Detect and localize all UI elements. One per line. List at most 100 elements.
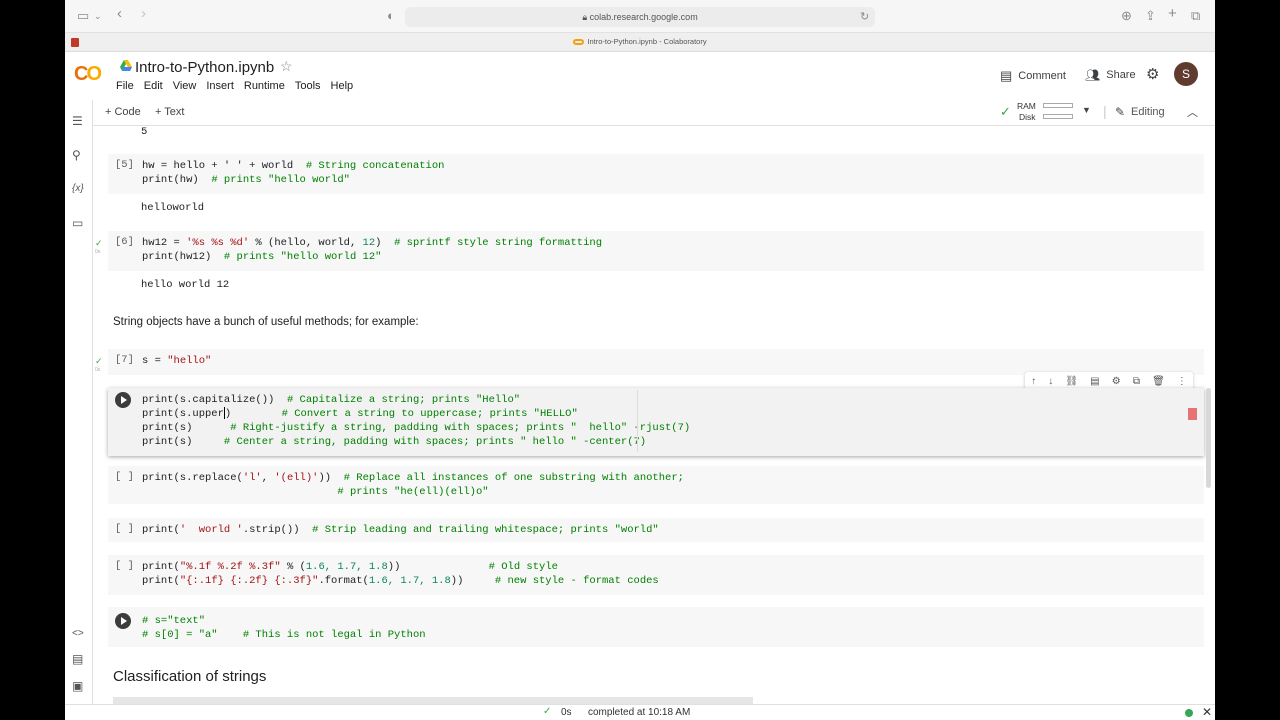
code-cell[interactable]: [ ] print(s.replace('l', '(ell)')) # Rep… xyxy=(108,466,1204,504)
cell-code[interactable]: s = "hello" xyxy=(142,354,211,368)
code-text: .strip()) xyxy=(242,524,313,536)
forward-icon[interactable]: › xyxy=(141,6,146,22)
code-cell[interactable]: [ ] print("%.1f %.2f %.3f" % (1.6, 1.7, … xyxy=(108,555,1204,595)
run-cell-button[interactable] xyxy=(115,392,131,408)
comment-icon: ▤ xyxy=(1000,68,1013,83)
menu-help[interactable]: Help xyxy=(331,80,360,92)
cell-code[interactable]: print(s.replace('l', '(ell)')) # Replace… xyxy=(142,471,684,499)
url-bar[interactable]: 🔒︎ colab.research.google.com xyxy=(405,7,875,27)
link-icon[interactable]: ⛓ xyxy=(1065,376,1078,387)
code-number: 1.6, 1.7, 1.8 xyxy=(305,561,388,573)
menu-tools[interactable]: Tools xyxy=(295,80,327,92)
lock-icon: 🔒︎ xyxy=(582,12,588,22)
search-icon[interactable]: ⚲ xyxy=(72,148,81,162)
comment-icon[interactable]: ▤ xyxy=(1090,376,1099,387)
shield-icon[interactable]: ◐ xyxy=(387,8,395,24)
folder-icon[interactable]: ▭ xyxy=(72,216,83,230)
code-snippets-icon[interactable]: <> xyxy=(72,628,84,639)
chevron-down-icon[interactable]: ⌄ xyxy=(94,8,102,24)
code-cell[interactable]: [6] hw12 = '%s %s %d' % (hello, world, 1… xyxy=(108,231,1204,271)
code-cell[interactable]: [ ] print(' world '.strip()) # Strip lea… xyxy=(108,518,1204,542)
more-icon[interactable]: ⋮ xyxy=(1177,376,1187,387)
cell-code[interactable]: hw12 = '%s %s %d' % (hello, world, 12) #… xyxy=(142,236,602,264)
code-text: print(hw) xyxy=(142,174,212,186)
code-text: print( xyxy=(142,561,180,573)
code-comment: # Old style xyxy=(488,561,558,573)
sidebar-toggle-icon[interactable]: ▭ xyxy=(77,8,89,24)
editing-button[interactable]: Editing xyxy=(1131,106,1165,118)
share-button[interactable]: 👥︎ Share xyxy=(1085,68,1136,82)
cell-output: 5 xyxy=(141,126,148,138)
code-string: "hello" xyxy=(167,355,212,367)
cell-output: hello world 12 xyxy=(141,279,230,291)
star-icon[interactable]: ☆ xyxy=(280,58,293,75)
active-tab[interactable]: Intro-to-Python.ipynb - Colaboratory xyxy=(65,37,1215,46)
share-icon[interactable]: ⇪ xyxy=(1145,8,1156,24)
code-string: "%.1f %.2f %.3f" xyxy=(179,561,281,573)
cell-code[interactable]: print(s.capitalize()) # Capitalize a str… xyxy=(142,393,690,449)
add-text-button[interactable]: + Text xyxy=(155,106,184,118)
code-text: s = xyxy=(142,355,168,367)
drive-icon xyxy=(120,60,132,71)
disk-bar[interactable] xyxy=(1043,114,1073,119)
add-code-button[interactable]: + Code xyxy=(105,106,141,118)
code-text: % (hello, world, xyxy=(249,237,363,249)
cell-code[interactable]: print("%.1f %.2f %.3f" % (1.6, 1.7, 1.8)… xyxy=(142,560,659,588)
pinned-tab-icon[interactable] xyxy=(71,38,79,47)
code-text: .format( xyxy=(318,575,369,587)
run-cell-button[interactable] xyxy=(115,613,131,629)
ram-bar[interactable] xyxy=(1043,103,1073,108)
code-comment: # String concatenation xyxy=(305,160,445,172)
delete-icon[interactable]: 🗑︎ xyxy=(1152,376,1165,387)
code-text: )) xyxy=(387,561,489,573)
code-comment: # sprintf style string formatting xyxy=(394,237,602,249)
cell-code[interactable]: # s="text" # s[0] = "a" # This is not le… xyxy=(142,614,426,642)
scrollbar-thumb[interactable] xyxy=(1206,388,1211,488)
move-up-icon[interactable]: ↑ xyxy=(1031,376,1036,387)
toc-icon[interactable]: ☰ xyxy=(72,114,83,128)
cell-code[interactable]: hw = hello + ' ' + world # String concat… xyxy=(142,159,444,187)
code-comment: # s="text" xyxy=(142,615,206,627)
menu-runtime[interactable]: Runtime xyxy=(244,80,291,92)
reload-icon[interactable]: ↻ xyxy=(860,9,869,25)
close-icon[interactable]: ✕ xyxy=(1202,705,1212,719)
exec-time: 0s xyxy=(95,367,101,373)
cell-prompt: [ ] xyxy=(115,560,134,572)
notebook-title[interactable]: Intro-to-Python.ipynb xyxy=(135,59,274,76)
runtime-dropdown-icon[interactable]: ▼ xyxy=(1082,105,1091,115)
code-text: print(s.replace( xyxy=(142,472,243,484)
menu-view[interactable]: View xyxy=(173,80,203,92)
collapse-header-icon[interactable]: ︿ xyxy=(1187,104,1198,120)
colab-logo[interactable]: CO xyxy=(74,63,102,86)
variables-icon[interactable]: {x} xyxy=(72,183,84,194)
code-string: 'l' xyxy=(242,472,262,484)
terminal-icon[interactable]: ▣ xyxy=(72,679,83,693)
active-code-cell[interactable]: print(s.capitalize()) # Capitalize a str… xyxy=(108,388,1204,456)
cell-prompt: [ ] xyxy=(115,471,134,483)
status-message: completed at 10:18 AM xyxy=(588,707,691,718)
avatar[interactable]: S xyxy=(1174,62,1198,86)
menu-file[interactable]: File xyxy=(116,80,140,92)
new-tab-icon[interactable]: + xyxy=(1168,6,1177,22)
menu-edit[interactable]: Edit xyxy=(144,80,169,92)
code-text: )) xyxy=(450,575,495,587)
colab-header: CO Intro-to-Python.ipynb ☆ File Edit Vie… xyxy=(65,52,1215,100)
tab-overview-icon[interactable]: ⧉ xyxy=(1191,8,1200,24)
pencil-icon: ✎ xyxy=(1115,105,1126,119)
comment-button[interactable]: ▤ Comment xyxy=(1000,68,1066,84)
code-cell[interactable]: # s="text" # s[0] = "a" # This is not le… xyxy=(108,607,1204,647)
notebook-toolbar: + Code + Text ✓ RAM Disk ▼ | ✎ Editing ︿ xyxy=(65,100,1215,126)
code-text: % ( xyxy=(280,561,306,573)
code-cell[interactable]: [5] hw = hello + ' ' + world # String co… xyxy=(108,154,1204,194)
command-palette-icon[interactable]: ▤ xyxy=(72,652,83,666)
back-icon[interactable]: ‹ xyxy=(117,6,122,22)
gear-icon[interactable]: ⚙ xyxy=(1112,376,1121,387)
cut-off-text xyxy=(113,697,753,704)
cell-code[interactable]: print(' world '.strip()) # Strip leading… xyxy=(142,523,659,537)
gear-icon[interactable]: ⚙ xyxy=(1146,65,1159,83)
menu-insert[interactable]: Insert xyxy=(206,80,240,92)
move-down-icon[interactable]: ↓ xyxy=(1048,376,1053,387)
code-text: hw12 = xyxy=(142,237,187,249)
download-icon[interactable]: ⊕ xyxy=(1121,8,1132,24)
mirror-cell-icon[interactable]: ⧉ xyxy=(1133,376,1140,387)
